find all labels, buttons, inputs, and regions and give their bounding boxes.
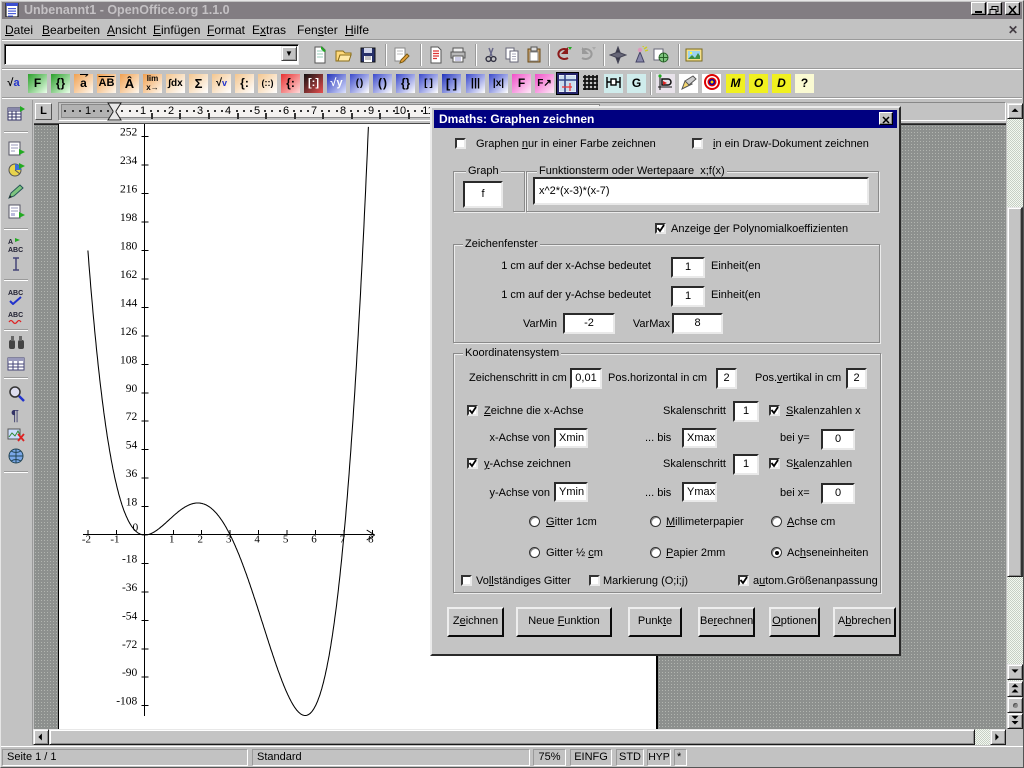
svg-text:8: 8 — [368, 534, 374, 546]
svg-text:162: 162 — [120, 269, 138, 281]
svg-text:6: 6 — [311, 534, 317, 546]
svg-text:198: 198 — [120, 212, 138, 224]
svg-text:1: 1 — [169, 534, 175, 546]
svg-text:ABC: ABC — [8, 312, 23, 319]
svg-text:4: 4 — [254, 534, 260, 546]
svg-text:¶: ¶ — [11, 407, 19, 423]
svg-text:ABC: ABC — [8, 247, 23, 254]
svg-text:234: 234 — [120, 155, 138, 167]
svg-text:108: 108 — [120, 354, 138, 366]
svg-text:216: 216 — [120, 184, 138, 196]
svg-text:-18: -18 — [122, 553, 138, 565]
svg-text:90: 90 — [126, 383, 138, 395]
svg-text:144: 144 — [120, 297, 138, 309]
svg-text:7: 7 — [340, 534, 346, 546]
svg-text:126: 126 — [120, 326, 138, 338]
svg-text:-1: -1 — [110, 534, 119, 546]
svg-text:-72: -72 — [122, 639, 138, 651]
svg-text:2: 2 — [197, 534, 203, 546]
svg-text:0: 0 — [133, 522, 139, 534]
svg-text:36: 36 — [126, 468, 138, 480]
svg-text:-36: -36 — [122, 582, 138, 594]
svg-text:A: A — [8, 239, 13, 246]
svg-text:-54: -54 — [122, 610, 138, 622]
svg-text:-2: -2 — [82, 534, 91, 546]
svg-text:18: 18 — [126, 497, 138, 509]
svg-text:-90: -90 — [122, 667, 138, 679]
svg-text:3: 3 — [226, 534, 232, 546]
svg-text:ABC: ABC — [8, 290, 23, 297]
svg-text:180: 180 — [120, 241, 138, 253]
svg-text:72: 72 — [126, 411, 138, 423]
svg-text:5: 5 — [283, 534, 289, 546]
svg-text:252: 252 — [120, 127, 138, 139]
svg-text:54: 54 — [126, 440, 138, 452]
svg-text:-108: -108 — [116, 696, 137, 708]
